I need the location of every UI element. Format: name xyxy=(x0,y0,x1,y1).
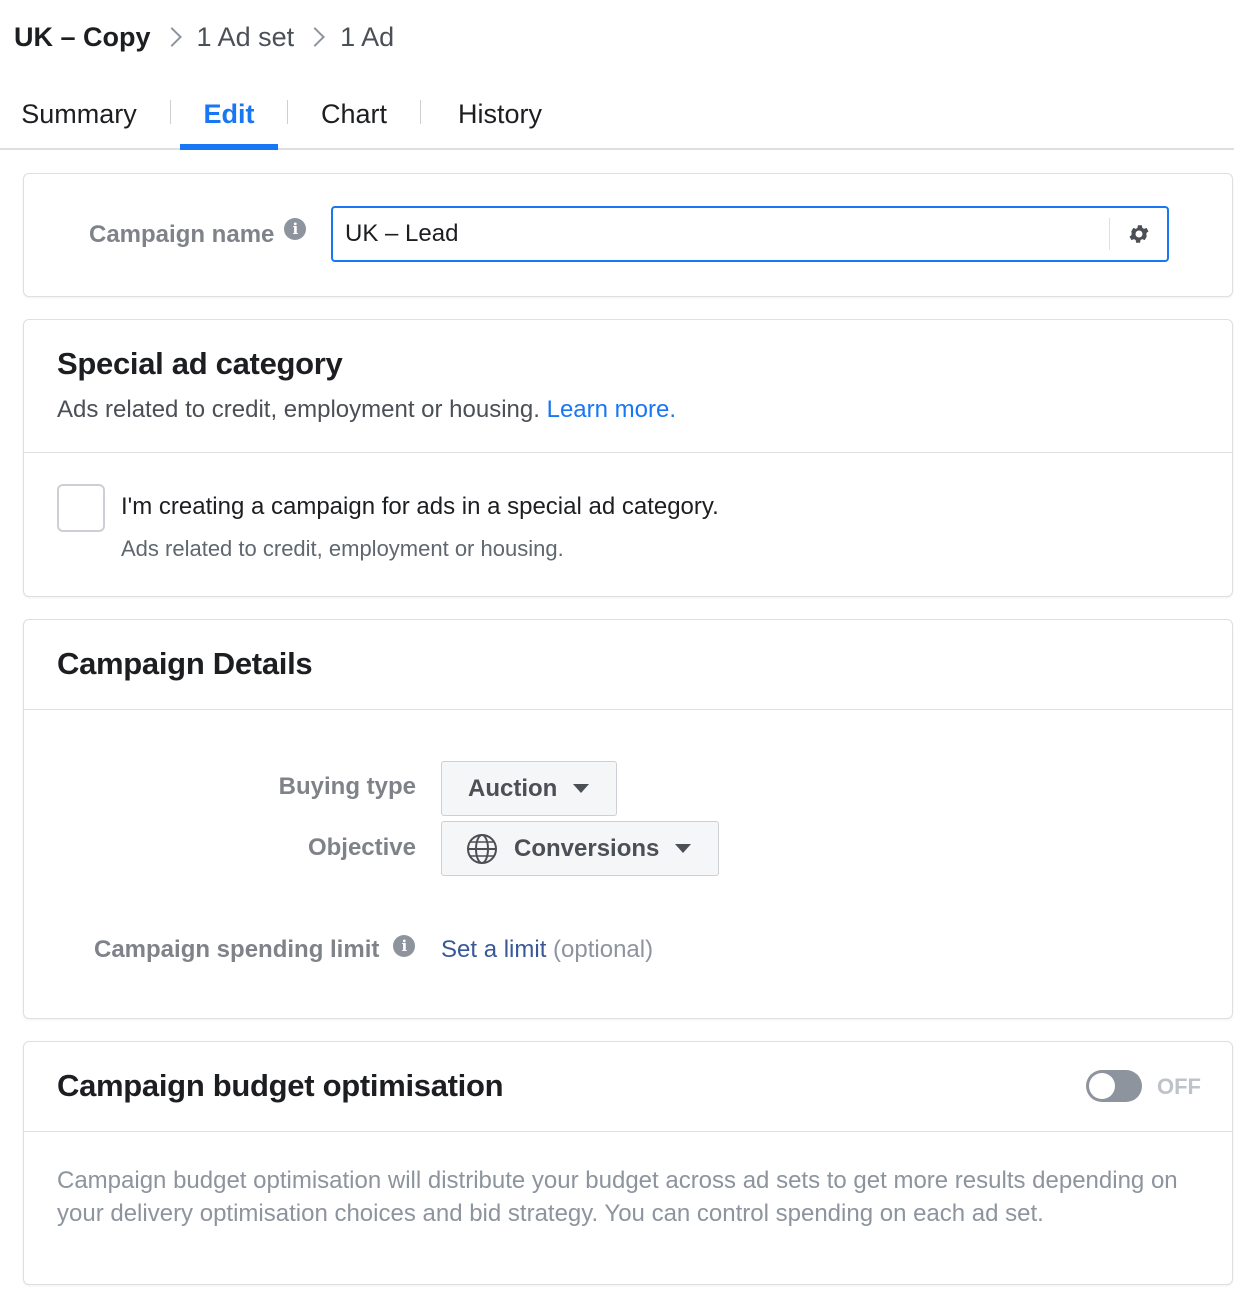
buying-type-label: Buying type xyxy=(278,773,416,800)
breadcrumb-current-campaign[interactable]: UK – Copy xyxy=(14,22,151,53)
gear-icon xyxy=(1129,225,1148,243)
breadcrumb-ad-set[interactable]: 1 Ad set xyxy=(197,22,295,53)
card-divider xyxy=(24,709,1232,710)
set-limit-link[interactable]: Set a limit xyxy=(441,936,546,963)
objective-label: Objective xyxy=(307,834,416,861)
budget-optimisation-card: Campaign budget optimisation OFF Campaig… xyxy=(23,1041,1233,1285)
budget-optimisation-title: Campaign budget optimisation xyxy=(57,1068,504,1103)
checkbox-label: I'm creating a campaign for ads in a spe… xyxy=(121,493,719,520)
chevron-right-icon xyxy=(305,27,326,47)
campaign-name-field[interactable] xyxy=(331,206,1169,262)
globe-icon xyxy=(467,833,497,864)
campaign-name-card: Campaign name i xyxy=(23,173,1233,297)
card-divider xyxy=(24,1131,1232,1132)
toggle-state-label: OFF xyxy=(1157,1074,1201,1099)
special-ad-category-subtitle: Ads related to credit, employment or hou… xyxy=(57,396,676,424)
campaign-name-label: Campaign name xyxy=(89,221,275,248)
tab-divider xyxy=(287,100,288,124)
chevron-right-icon xyxy=(161,27,182,47)
tab-divider xyxy=(420,100,421,124)
tab-history[interactable]: History xyxy=(448,80,552,148)
breadcrumb: UK – Copy 1 Ad set 1 Ad xyxy=(14,18,394,56)
card-divider xyxy=(24,452,1232,453)
spending-limit-label-row: Campaign spending limit i xyxy=(94,935,416,964)
budget-optimisation-toggle[interactable] xyxy=(1086,1070,1142,1102)
campaign-name-label-row: Campaign name i xyxy=(89,218,307,249)
tab-bar: Summary Edit Chart History xyxy=(0,80,1234,150)
campaign-details-title: Campaign Details xyxy=(57,646,313,681)
tab-divider xyxy=(170,100,171,124)
toggle-knob xyxy=(1089,1073,1115,1099)
special-ad-category-title: Special ad category xyxy=(57,346,343,381)
spending-limit-value: Set a limit (optional) xyxy=(441,936,653,964)
special-ad-category-card: Special ad category Ads related to credi… xyxy=(23,319,1233,597)
objective-value: Conversions xyxy=(514,834,660,862)
caret-down-icon xyxy=(573,784,590,793)
objective-dropdown[interactable]: Conversions xyxy=(441,821,719,876)
breadcrumb-ad[interactable]: 1 Ad xyxy=(340,22,394,53)
buying-type-value: Auction xyxy=(468,774,558,802)
optional-text: (optional) xyxy=(553,936,654,963)
settings-button[interactable] xyxy=(1109,218,1167,250)
special-ad-category-subtitle-text: Ads related to credit, employment or hou… xyxy=(57,396,540,423)
checkbox-sublabel: Ads related to credit, employment or hou… xyxy=(121,536,564,561)
info-icon[interactable]: i xyxy=(284,218,307,240)
tab-edit[interactable]: Edit xyxy=(180,80,278,150)
spending-limit-label: Campaign spending limit xyxy=(94,936,380,963)
campaign-details-card: Campaign Details Buying type Auction Obj… xyxy=(23,619,1233,1019)
tab-summary[interactable]: Summary xyxy=(14,80,144,148)
budget-optimisation-description: Campaign budget optimisation will distri… xyxy=(57,1167,1178,1227)
special-ad-category-checkbox[interactable] xyxy=(57,484,105,532)
buying-type-dropdown[interactable]: Auction xyxy=(441,761,617,816)
learn-more-link[interactable]: Learn more. xyxy=(547,396,676,423)
caret-down-icon xyxy=(675,844,692,853)
campaign-name-input[interactable] xyxy=(333,220,1093,248)
info-icon[interactable]: i xyxy=(393,935,416,957)
tab-chart[interactable]: Chart xyxy=(310,80,398,148)
